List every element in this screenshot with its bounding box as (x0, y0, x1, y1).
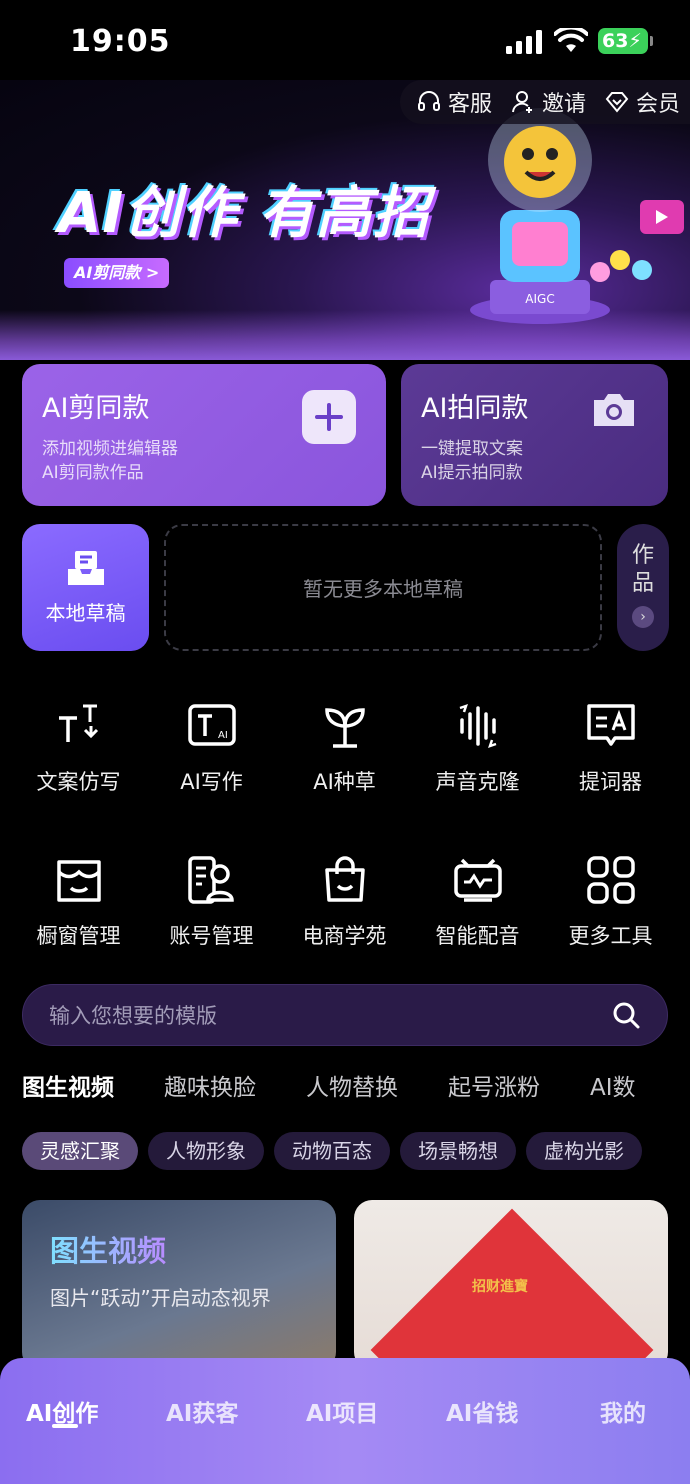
tool-label: 电商学苑 (302, 924, 387, 948)
status-time: 19:05 (70, 24, 171, 59)
active-tab-indicator (52, 1424, 78, 1428)
works-label-2: 品 (631, 571, 654, 596)
tool-label: 账号管理 (169, 924, 254, 948)
tab-ai-projects[interactable]: AI项目 (306, 1394, 378, 1428)
top-nav: 客服 邀请 会员 (399, 80, 690, 124)
diamond-icon (605, 92, 629, 113)
svg-text:AI: AI (218, 730, 228, 741)
grid-more-icon (586, 856, 635, 904)
search-icon[interactable] (611, 1000, 641, 1030)
chip-character[interactable]: 人物形象 (148, 1132, 264, 1170)
signal-icon (506, 30, 542, 54)
chip-scenes[interactable]: 场景畅想 (400, 1132, 516, 1170)
tool-more[interactable]: 更多工具 (544, 854, 677, 950)
ai-writing-icon: AI (187, 704, 236, 746)
tool-teleprompter[interactable]: 提词器 (544, 700, 677, 796)
card-desc: 一键提取文案 AI提示拍同款 (421, 437, 648, 485)
card-desc-line2: AI提示拍同款 (421, 463, 523, 483)
template-card-title: 图生视频 (50, 1228, 166, 1270)
tab-image-to-video[interactable]: 图生视频 (22, 1068, 114, 1112)
tool-ecommerce-academy[interactable]: 电商学苑 (278, 854, 411, 950)
customer-service-button[interactable]: 客服 (416, 86, 492, 118)
teleprompter-icon (586, 704, 635, 746)
bottom-tab-bar: AI创作 AI获客 AI项目 AI省钱 我的 (0, 1358, 690, 1484)
tool-label: 提词器 (579, 770, 642, 794)
headset-icon (417, 91, 440, 111)
tab-face-swap[interactable]: 趣味换脸 (164, 1068, 256, 1112)
wifi-icon (554, 28, 588, 52)
filter-chips: 灵感汇聚 人物形象 动物百态 场景畅想 虚构光影 (22, 1132, 690, 1172)
banner-tag-button[interactable]: AI剪同款 > (64, 258, 170, 288)
tab-ai-customers[interactable]: AI获客 (166, 1394, 238, 1428)
status-bar: 19:05 63⚡ (0, 0, 690, 80)
person-add-icon (511, 91, 532, 113)
chip-inspiration[interactable]: 灵感汇聚 (22, 1132, 138, 1170)
search-placeholder: 输入您想要的模版 (49, 1004, 217, 1028)
chip-animals[interactable]: 动物百态 (274, 1132, 390, 1170)
card-desc-line1: 一键提取文案 (421, 439, 523, 459)
tab-ai-create[interactable]: AI创作 (26, 1394, 98, 1428)
drafts-box-icon (67, 551, 104, 585)
tool-voice-clone[interactable]: 声音克隆 (411, 700, 544, 796)
chevron-right-icon: › (632, 606, 654, 628)
tab-character-replace[interactable]: 人物替换 (306, 1068, 398, 1112)
tool-label: 智能配音 (435, 924, 520, 948)
chip-fiction-light[interactable]: 虚构光影 (526, 1132, 642, 1170)
drafts-empty-state: 暂无更多本地草稿 (164, 524, 602, 651)
cat-mascot-illustration: AIGC (470, 108, 684, 324)
local-drafts-button[interactable]: 本地草稿 (22, 524, 149, 651)
tool-label: AI写作 (180, 770, 243, 794)
tool-label: AI种草 (313, 770, 376, 794)
template-card-fortune[interactable]: 招财進寶 (354, 1200, 668, 1370)
template-search-input[interactable]: 输入您想要的模版 (22, 984, 668, 1046)
card-desc: 添加视频进编辑器 AI剪同款作品 (42, 437, 366, 485)
aigc-badge: AIGC (525, 292, 554, 306)
vip-button[interactable]: 会员 (604, 86, 680, 118)
invite-button[interactable]: 邀请 (510, 86, 586, 118)
tool-label: 声音克隆 (435, 770, 520, 794)
tool-smart-dubbing[interactable]: 智能配音 (411, 854, 544, 950)
nav-label-service: 客服 (447, 92, 492, 117)
tool-storefront[interactable]: 橱窗管理 (12, 854, 145, 950)
sprout-icon (324, 708, 365, 748)
works-button[interactable]: 作 品 › (617, 524, 669, 651)
ai-shoot-same-card[interactable]: AI拍同款 一键提取文案 AI提示拍同款 (401, 364, 668, 506)
account-manage-icon (187, 856, 234, 904)
tool-label: 橱窗管理 (36, 924, 121, 948)
tool-label: 更多工具 (568, 924, 653, 948)
poster-text: 招财進寶 (472, 1279, 528, 1295)
tool-ai-writing[interactable]: AI AI写作 (145, 700, 278, 796)
template-card-image-to-video[interactable]: 图生视频 图片“跃动”开启动态视界 (22, 1200, 336, 1370)
battery-icon: 63⚡ (598, 28, 653, 54)
add-video-button[interactable] (302, 390, 356, 444)
banner-slogan: AI创作 有高招 (58, 181, 430, 246)
battery-level: 63 (602, 30, 629, 52)
tab-ai-more[interactable]: AI数 (590, 1068, 636, 1112)
tool-label: 文案仿写 (36, 770, 121, 794)
local-drafts-label: 本地草稿 (45, 601, 126, 625)
nav-label-vip: 会员 (635, 92, 680, 117)
tab-mine[interactable]: 我的 (600, 1394, 646, 1428)
works-label-1: 作 (631, 543, 654, 568)
tool-account-manage[interactable]: 账号管理 (145, 854, 278, 950)
plus-icon (315, 403, 343, 431)
tab-ai-save[interactable]: AI省钱 (446, 1394, 518, 1428)
camera-icon[interactable] (590, 386, 638, 434)
shopping-bag-icon (324, 856, 365, 902)
ai-cut-same-card[interactable]: AI剪同款 添加视频进编辑器 AI剪同款作品 (22, 364, 386, 506)
nav-label-invite: 邀请 (541, 92, 586, 117)
template-card-subtitle: 图片“跃动”开启动态视界 (50, 1286, 271, 1310)
text-rewrite-icon (58, 704, 98, 742)
storefront-icon (56, 860, 101, 902)
tab-grow-followers[interactable]: 起号涨粉 (448, 1068, 540, 1112)
category-tabs: 图生视频 趣味换脸 人物替换 起号涨粉 AI数 (22, 1068, 690, 1112)
tool-text-rewrite[interactable]: 文案仿写 (12, 700, 145, 796)
card-desc-line2: AI剪同款作品 (42, 463, 144, 483)
tool-ai-sprout[interactable]: AI种草 (278, 700, 411, 796)
voice-clone-icon (459, 704, 496, 748)
smart-dubbing-icon (453, 858, 502, 902)
